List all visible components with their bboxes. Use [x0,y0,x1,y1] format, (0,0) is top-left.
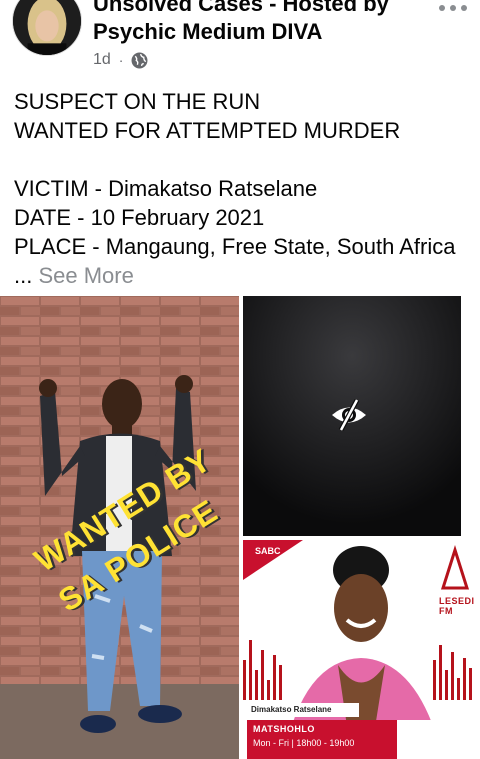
show-banner: MATSHOHLO Mon - Fri | 18h00 - 19h00 [247,720,397,759]
post-header: Unsolved Cases - Hosted by Psychic Mediu… [0,0,480,80]
page-name-link[interactable]: Unsolved Cases - Hosted by Psychic Mediu… [93,0,423,46]
globe-icon[interactable] [131,52,148,69]
post-meta: 1d · [93,49,148,71]
post-body: SUSPECT ON THE RUN WANTED FOR ATTEMPTED … [14,89,456,288]
post-text: SUSPECT ON THE RUN WANTED FOR ATTEMPTED … [14,87,470,290]
show-time: Mon - Fri | 18h00 - 19h00 [253,738,355,748]
more-horizontal-icon[interactable] [436,0,470,20]
sabc-logo-label: SABC [255,546,281,556]
see-more-link[interactable]: See More [38,263,133,288]
post-timestamp[interactable]: 1d [93,51,111,69]
meta-separator: · [118,52,124,68]
lesedi-fm-logo-label: LESEDI FM [439,596,475,616]
presenter-name-label: Dimakatso Ratselane [247,703,359,717]
show-title: MATSHOHLO [253,724,315,734]
eye-slash-icon[interactable] [329,397,369,433]
hidden-photo[interactable] [243,296,461,536]
page-avatar[interactable] [12,0,82,56]
